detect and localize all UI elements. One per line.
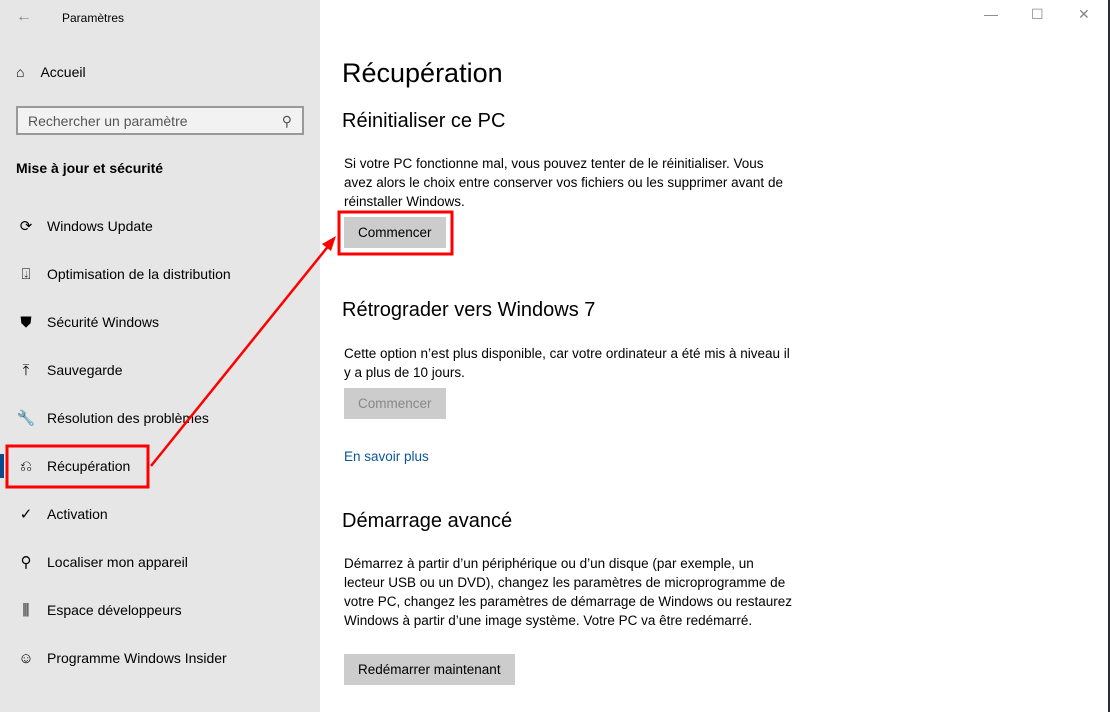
highlight-box-commencer bbox=[337, 210, 454, 256]
highlight-box-recuperation bbox=[5, 444, 150, 489]
arrowhead-icon bbox=[322, 236, 336, 251]
annotation-arrow bbox=[150, 243, 331, 467]
annotation-overlay bbox=[5, 210, 454, 489]
